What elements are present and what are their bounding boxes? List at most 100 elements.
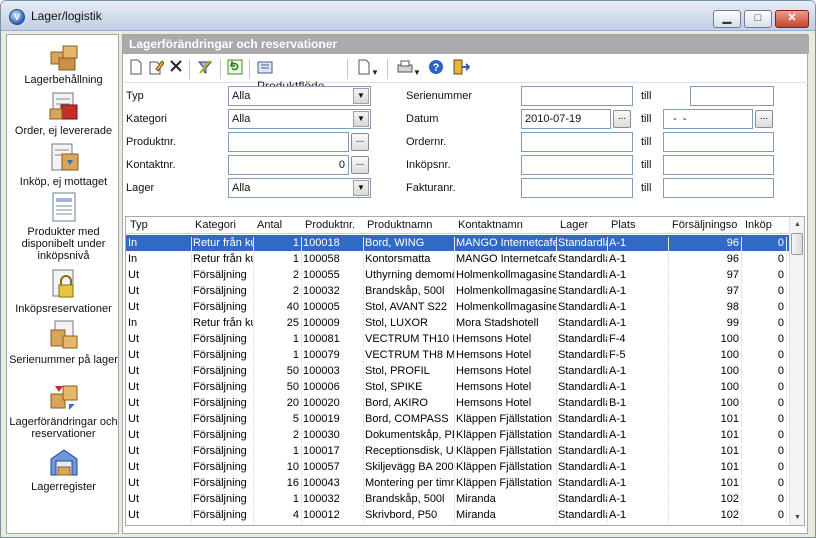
cell-antal: 16 — [255, 477, 302, 491]
sidebar-item-lagerforandringar[interactable]: Lagerförändringar och reservationer — [7, 380, 120, 440]
table-row[interactable]: Ut Försäljning 1 100081 VECTRUM TH10 I Hemson… — [126, 331, 790, 347]
cell-produktnr: 100057 — [303, 461, 364, 475]
cell-plats: B-1 — [609, 397, 669, 411]
vertical-scrollbar[interactable]: ▲ ▼ — [789, 217, 804, 525]
cell-kontaktnamn: Kläppen Fjällstation — [456, 461, 557, 475]
cell-kategori: Försäljning — [193, 269, 254, 283]
minimize-button[interactable]: ▁ — [713, 10, 741, 28]
inkopsnr-to-input[interactable] — [663, 155, 774, 175]
fakturanr-from-input[interactable] — [521, 178, 633, 198]
maximize-button[interactable]: □ — [744, 10, 772, 28]
filter-icon[interactable] — [195, 59, 215, 77]
scroll-up-icon[interactable]: ▲ — [790, 217, 804, 232]
stock-change-icon — [47, 380, 81, 414]
table-row[interactable]: In Retur från ku 25 100009 Stol, LUXOR Mora S… — [126, 315, 790, 331]
report-dropdown-button[interactable]: ▼ — [353, 59, 383, 77]
till-label: till — [641, 159, 652, 171]
delete-icon[interactable] — [167, 59, 185, 77]
datum-from-input[interactable]: 2010-07-19 — [521, 109, 611, 129]
table-row[interactable]: Ut Försäljning 1 100032 Brandskåp, 500l Miran… — [126, 491, 790, 507]
column-header-plats[interactable]: Plats — [611, 219, 635, 231]
sidebar-item-order[interactable]: Order, ej levererade — [7, 89, 120, 137]
cell-plats: F-5 — [609, 349, 669, 363]
kategori-select[interactable]: Alla ▼ — [228, 109, 371, 129]
typ-select[interactable]: Alla ▼ — [228, 86, 371, 106]
datum-to-picker-button[interactable]: ... — [755, 110, 773, 128]
serienummer-from-input[interactable] — [521, 86, 633, 106]
table-row[interactable]: In Retur från ku 1 100058 Kontorsmatta MANGO … — [126, 251, 790, 267]
column-header-typ[interactable]: Typ — [130, 219, 148, 231]
column-header-lager[interactable]: Lager — [560, 219, 588, 231]
typ-value: Alla — [232, 90, 251, 102]
title-bar: V Lager/logistik ▁ □ ✕ — [1, 1, 815, 31]
cell-forsaljningsorder: 100 — [670, 397, 742, 411]
cell-antal: 4 — [255, 509, 302, 523]
toolbar-separator — [347, 59, 348, 79]
cell-kontaktnamn: Kläppen Fjällstation — [456, 477, 557, 491]
sidebar-item-lagerbehallning[interactable]: Lagerbehållning — [7, 38, 120, 86]
table-row[interactable]: Ut Försäljning 50 100006 Stol, SPIKE Hemsons … — [126, 379, 790, 395]
new-icon[interactable] — [127, 59, 145, 77]
inkopsnr-from-input[interactable] — [521, 155, 633, 175]
ordernr-from-input[interactable] — [521, 132, 633, 152]
cell-kategori: Retur från ku — [193, 317, 254, 331]
cell-lager: Standardlag — [558, 493, 608, 507]
scroll-down-icon[interactable]: ▼ — [790, 510, 804, 525]
kontaktnr-input[interactable]: 0 — [228, 155, 349, 175]
serienummer-to-input[interactable] — [690, 86, 774, 106]
table-row[interactable]: Ut Försäljning 2 100030 Dokumentskåp, PE Kläp… — [126, 427, 790, 443]
sidebar-item-inkopsreservationer[interactable]: Inköpsreservationer — [7, 267, 120, 315]
table-row[interactable]: Ut Försäljning 5 100019 Bord, COMPASS Kläppen… — [126, 411, 790, 427]
column-header-antal[interactable]: Antal — [257, 219, 282, 231]
table-row[interactable]: Ut Försäljning 1 100079 VECTRUM TH8 M Hemsons… — [126, 347, 790, 363]
kontaktnr-browse-button[interactable]: ... — [351, 156, 369, 174]
column-header-inkop[interactable]: Inköp — [745, 219, 772, 231]
fakturanr-to-input[interactable] — [663, 178, 774, 198]
refresh-icon[interactable] — [226, 59, 244, 77]
print-dropdown-button[interactable]: ▼ — [393, 59, 425, 77]
scroll-thumb[interactable] — [791, 233, 803, 255]
cell-produktnamn: Skiljevägg BA 200 — [365, 461, 455, 475]
results-table[interactable]: Typ Kategori Antal Produktnr. Produktnamn Kon… — [125, 216, 805, 526]
produktnr-label: Produktnr. — [126, 136, 177, 148]
column-header-produktnamn[interactable]: Produktnamn — [367, 219, 432, 231]
produktnr-browse-button[interactable]: ... — [351, 133, 369, 151]
sidebar-item-label: Lagerregister — [31, 481, 96, 493]
close-button[interactable]: ✕ — [775, 10, 809, 28]
sidebar-item-label: Lagerbehållning — [24, 74, 103, 86]
produktflode-button[interactable]: Produktflöde — [257, 59, 341, 93]
datum-from-picker-button[interactable]: ... — [613, 110, 631, 128]
sidebar-item-lagerregister[interactable]: Lagerregister — [7, 445, 120, 493]
help-icon[interactable]: ? — [427, 59, 445, 77]
column-header-kategori[interactable]: Kategori — [195, 219, 236, 231]
exit-icon[interactable] — [451, 59, 471, 77]
ordernr-to-input[interactable] — [663, 132, 774, 152]
column-header-kontaktnamn[interactable]: Kontaktnamn — [458, 219, 523, 231]
table-row[interactable]: Ut Försäljning 2 100055 Uthyrning demomö Holm… — [126, 267, 790, 283]
column-header-forsaljningsorder[interactable]: Försäljningso — [672, 219, 737, 231]
sidebar-item-produkter[interactable]: Produkter med disponibelt under inköpsni… — [7, 190, 120, 262]
table-row[interactable]: Ut Försäljning 4 100012 Skrivbord, P50 Mirand… — [126, 507, 790, 523]
cell-antal: 1 — [255, 493, 302, 507]
table-row[interactable]: Ut Försäljning 20 100020 Bord, AKIRO Hemsons … — [126, 395, 790, 411]
table-row[interactable]: Ut Försäljning 16 100043 Montering per timm K… — [126, 475, 790, 491]
sidebar-item-serienummer[interactable]: Serienummer på lager — [7, 318, 120, 366]
cell-produktnamn: VECTRUM TH8 M — [365, 349, 455, 363]
table-row[interactable]: In Retur från ku 1 100018 Bord, WING MANGO In… — [126, 235, 790, 251]
column-header-produktnr[interactable]: Produktnr. — [305, 219, 355, 231]
table-row[interactable]: Ut Försäljning 2 100032 Brandskåp, 500l Holme… — [126, 283, 790, 299]
table-row[interactable]: Ut Försäljning 10 100057 Skiljevägg BA 200 Kl… — [126, 459, 790, 475]
table-row[interactable]: Ut Försäljning 50 100003 Stol, PROFIL Hemsons… — [126, 363, 790, 379]
datum-to-input[interactable]: - - — [663, 109, 753, 129]
cell-antal: 2 — [255, 429, 302, 443]
cell-forsaljningsorder: 100 — [670, 349, 742, 363]
lager-select[interactable]: Alla ▼ — [228, 178, 371, 198]
table-row[interactable]: Ut Försäljning 40 100005 Stol, AVANT S22 Holm… — [126, 299, 790, 315]
table-row[interactable]: Ut Försäljning 1 100017 Receptionsdisk, U Klä… — [126, 443, 790, 459]
cell-plats: A-1 — [609, 253, 669, 267]
edit-icon[interactable] — [147, 59, 165, 77]
cell-forsaljningsorder: 97 — [670, 269, 742, 283]
sidebar-item-inkop[interactable]: Inköp, ej mottaget — [7, 140, 120, 188]
cell-typ: Ut — [128, 461, 192, 475]
produktnr-input[interactable] — [228, 132, 349, 152]
